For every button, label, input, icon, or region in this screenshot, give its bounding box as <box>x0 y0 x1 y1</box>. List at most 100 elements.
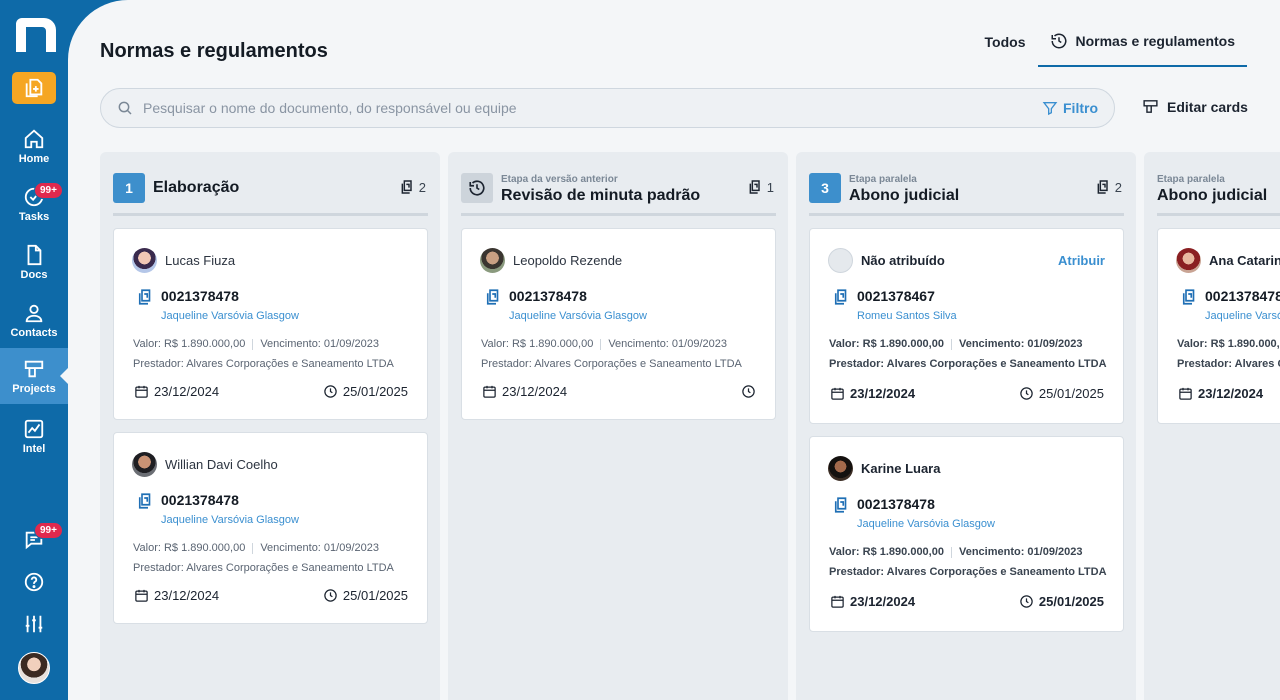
sidebar-item-tasks[interactable]: Tasks 99+ <box>0 176 68 232</box>
filter-button[interactable]: Filtro <box>1042 100 1098 116</box>
client-link[interactable]: Jaqueline Varsóvia Glasgow <box>857 518 995 530</box>
docs-icon <box>27 244 42 265</box>
home-icon <box>24 129 44 148</box>
assignee-name: Karine Luara <box>861 461 941 476</box>
start-date-value: 23/12/2024 <box>154 588 220 603</box>
column-count: 2 <box>1095 179 1122 195</box>
avatar <box>1176 248 1201 273</box>
clock-icon <box>1020 387 1033 400</box>
vencimento: Vencimento: 01/09/2023 <box>608 338 727 350</box>
start-date: 23/12/2024 <box>134 384 219 399</box>
documents-icon <box>401 180 412 194</box>
projects-icon <box>24 360 44 377</box>
tasks-badge: 99+ <box>34 182 63 199</box>
clock-icon <box>324 385 337 398</box>
column-count: 1 <box>747 179 774 195</box>
column-header: 3 Etapa paralela Abono judicial 2 <box>809 172 1124 216</box>
help-icon <box>24 572 44 592</box>
assign-button[interactable]: Atribuir <box>1058 253 1105 268</box>
calendar-icon <box>135 589 148 602</box>
document-icon <box>1182 289 1195 305</box>
sidebar-item-label: Docs <box>20 268 48 281</box>
start-date: 23/12/2024 <box>134 588 219 603</box>
start-date: 23/12/2024 <box>1178 386 1263 401</box>
kanban-column: Etapa paralela Abono judicial Ana Catari… <box>1144 152 1280 700</box>
kanban-column: 3 Etapa paralela Abono judicial 2 Não at… <box>796 152 1136 700</box>
main-content: Normas e regulamentos Todos Normas e reg… <box>68 0 1280 700</box>
process-card[interactable]: Karine Luara 0021378478 Jaqueline Varsóv… <box>809 436 1124 632</box>
valor: Valor: R$ 1.890.000,00 <box>133 542 246 554</box>
start-date-value: 23/12/2024 <box>850 386 916 401</box>
client-link[interactable]: Jaqueline Varsóvia Glasgow <box>1205 310 1280 322</box>
sidebar-item-label: Contacts <box>10 326 58 339</box>
chat-badge: 99+ <box>34 522 63 539</box>
sliders-icon <box>25 615 43 633</box>
new-document-button[interactable] <box>12 72 56 104</box>
filter-icon <box>1042 102 1058 116</box>
clock-icon <box>742 385 755 398</box>
history-icon <box>1051 33 1066 49</box>
clock-icon <box>324 589 337 602</box>
search-input[interactable] <box>143 100 1042 116</box>
avatar <box>132 452 157 477</box>
document-code: 0021378478 <box>509 288 587 304</box>
column-title: Abono judicial <box>849 187 960 204</box>
process-card[interactable]: Leopoldo Rezende 0021378478 Jaqueline Va… <box>461 228 776 420</box>
column-subtitle: Etapa paralela <box>1157 174 1225 185</box>
sidebar-item-projects[interactable]: Projects <box>0 348 68 404</box>
edit-cards-icon <box>1143 100 1158 113</box>
document-code: 0021378478 <box>161 288 239 304</box>
prestador: Prestador: Alvares Corporações e Saneame… <box>829 566 1107 578</box>
avatar <box>132 248 157 273</box>
process-card[interactable]: Não atribuído Atribuir 0021378467 Romeu … <box>809 228 1124 424</box>
clock-icon <box>1020 595 1033 608</box>
sidebar-item-settings[interactable] <box>0 596 68 652</box>
kanban-column: 1 Elaboração 2 Lucas Fiuza 0021378478 Ja… <box>100 152 440 700</box>
count-value: 2 <box>418 179 426 195</box>
tab-normas[interactable]: Normas e regulamentos <box>1037 28 1247 67</box>
column-count: 2 <box>399 179 426 195</box>
start-date: 23/12/2024 <box>482 384 567 399</box>
documents-icon <box>749 180 760 194</box>
calendar-icon <box>831 387 844 400</box>
calendar-icon <box>1179 387 1192 400</box>
sidebar-item-contacts[interactable]: Contacts <box>0 292 68 348</box>
avatar <box>828 456 853 481</box>
valor: Valor: R$ 1.890.000,00 <box>133 338 246 350</box>
tab-todos[interactable]: Todos <box>973 28 1038 67</box>
prestador: Prestador: Alvares Corporações e Saneame… <box>1177 358 1280 370</box>
app-logo[interactable] <box>14 18 56 52</box>
sidebar-item-intel[interactable]: Intel <box>0 408 68 464</box>
valor: Valor: R$ 1.890.000,00 <box>829 546 944 558</box>
add-document-icon <box>25 78 43 98</box>
sidebar-item-docs[interactable]: Docs <box>0 234 68 290</box>
process-card[interactable]: Ana Catarina 0021378478 Jaqueline Varsóv… <box>1157 228 1280 424</box>
calendar-icon <box>831 595 844 608</box>
vencimento: Vencimento: 01/09/2023 <box>958 546 1083 558</box>
valor: Valor: R$ 1.890.000,00 <box>829 338 944 350</box>
assignee-name: Leopoldo Rezende <box>513 253 623 268</box>
vencimento: Vencimento: 01/09/2023 <box>958 338 1083 350</box>
column-title: Abono judicial <box>1157 187 1268 204</box>
vencimento: Vencimento: 01/09/2023 <box>260 338 379 350</box>
page-title: Normas e regulamentos <box>100 40 328 62</box>
card-meta: Valor: R$ 1.890.000,00 Vencimento: 01/09/… <box>133 542 379 554</box>
document-icon <box>138 493 151 509</box>
sidebar-item-home[interactable]: Home <box>0 118 68 174</box>
document-icon <box>834 497 847 513</box>
process-card[interactable]: Lucas Fiuza 0021378478 Jaqueline Varsóvi… <box>113 228 428 420</box>
card-meta: Valor: R$ 1.890.000,00 Vencimento: 01/09/… <box>829 338 1082 350</box>
prestador: Prestador: Alvares Corporações e Saneame… <box>133 562 394 574</box>
client-link[interactable]: Jaqueline Varsóvia Glasgow <box>509 310 647 322</box>
due-date <box>741 384 756 399</box>
prestador: Prestador: Alvares Corporações e Saneame… <box>481 358 742 370</box>
edit-cards-button[interactable]: Editar cards <box>1142 98 1248 115</box>
process-card[interactable]: Willian Davi Coelho 0021378478 Jaqueline… <box>113 432 428 624</box>
stage-number: 3 <box>809 173 841 203</box>
start-date-value: 23/12/2024 <box>1198 386 1264 401</box>
client-link[interactable]: Jaqueline Varsóvia Glasgow <box>161 310 299 322</box>
client-link[interactable]: Romeu Santos Silva <box>857 310 957 322</box>
client-link[interactable]: Jaqueline Varsóvia Glasgow <box>161 514 299 526</box>
user-avatar[interactable] <box>18 652 50 684</box>
column-title: Revisão de minuta padrão <box>501 187 701 204</box>
